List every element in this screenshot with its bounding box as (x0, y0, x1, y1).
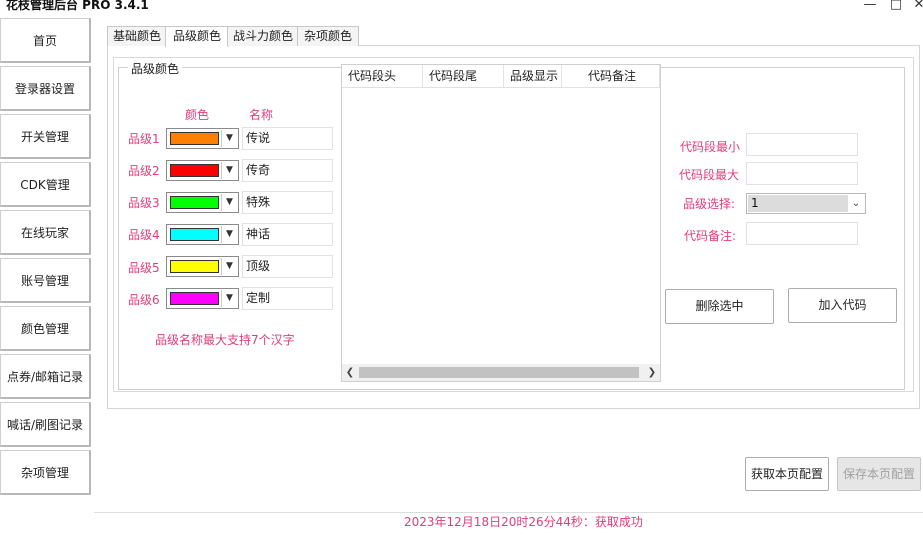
code-list[interactable]: 代码段头 代码段尾 品级显示 代码备注 ❮ ❯ (341, 64, 661, 382)
tab-misc-colors[interactable]: 杂项颜色 (297, 26, 359, 46)
list-header: 代码段头 代码段尾 品级显示 代码备注 (342, 65, 660, 88)
quality-label-2: 品级2 (128, 164, 160, 178)
minimize-icon[interactable]: — (862, 0, 878, 12)
sidebar-item-mail-log[interactable]: 点券/邮箱记录 (0, 354, 91, 399)
title-bar: 花枝管理后台 PRO 3.4.1 — □ ✕ (0, 0, 923, 14)
code-max-input[interactable] (746, 162, 858, 185)
quality-select-value: 1 (748, 195, 848, 212)
sidebar-item-launcher[interactable]: 登录器设置 (0, 66, 91, 111)
header-name: 名称 (249, 108, 274, 122)
color-picker-4[interactable]: ▼ (166, 224, 239, 245)
app-title: 花枝管理后台 PRO 3.4.1 (6, 0, 149, 12)
sidebar-item-online[interactable]: 在线玩家 (0, 210, 91, 255)
code-remark-label: 代码备注: (684, 229, 737, 243)
quality-select-label: 品级选择: (683, 197, 736, 211)
column-code-end[interactable]: 代码段尾 (423, 65, 504, 87)
chevron-down-icon[interactable]: ▼ (221, 258, 237, 275)
color-picker-6[interactable]: ▼ (166, 288, 239, 309)
sidebar-item-cdk[interactable]: CDK管理 (0, 162, 91, 207)
quality-name-field-2[interactable]: 传奇 (242, 159, 333, 182)
color-picker-3[interactable]: ▼ (166, 192, 239, 213)
maximize-icon[interactable]: □ (888, 0, 904, 12)
color-swatch (170, 164, 219, 177)
color-swatch (170, 292, 219, 305)
quality-name-field-5[interactable]: 顶级 (242, 255, 333, 278)
quality-label-6: 品级6 (128, 293, 160, 307)
quality-label-4: 品级4 (128, 228, 160, 242)
chevron-down-icon[interactable]: ⌄ (849, 194, 863, 213)
sidebar-item-chat-log[interactable]: 喊话/刷图记录 (0, 402, 91, 447)
sidebar-item-accounts[interactable]: 账号管理 (0, 258, 91, 303)
chevron-down-icon[interactable]: ▼ (221, 130, 237, 147)
group-title: 品级颜色 (128, 60, 183, 77)
chevron-left-icon[interactable]: ❮ (342, 364, 358, 381)
status-message: 2023年12月18日20时26分44秒：获取成功 (404, 515, 643, 529)
sidebar-item-home[interactable]: 首页 (0, 18, 91, 63)
sidebar-item-colors[interactable]: 颜色管理 (0, 306, 91, 351)
add-code-button[interactable]: 加入代码 (788, 288, 897, 323)
tab-power-colors[interactable]: 战斗力颜色 (227, 26, 299, 46)
quality-label-5: 品级5 (128, 261, 160, 275)
quality-name-field-6[interactable]: 定制 (242, 287, 333, 310)
color-swatch (170, 260, 219, 273)
tab-basic-colors[interactable]: 基础颜色 (107, 26, 167, 46)
name-length-note: 品级名称最大支持7个汉字 (155, 333, 295, 347)
quality-label-3: 品级3 (128, 196, 160, 210)
quality-name-field-1[interactable]: 传说 (242, 127, 333, 150)
code-max-label: 代码段最大 (679, 168, 740, 182)
column-code-remark[interactable]: 代码备注 (562, 65, 660, 87)
column-code-start[interactable]: 代码段头 (342, 65, 423, 87)
quality-select[interactable]: 1 ⌄ (746, 193, 866, 214)
chevron-down-icon[interactable]: ▼ (221, 162, 237, 179)
chevron-down-icon[interactable]: ▼ (221, 290, 237, 307)
color-picker-2[interactable]: ▼ (166, 160, 239, 181)
code-min-label: 代码段最小 (680, 140, 741, 154)
fetch-config-button[interactable]: 获取本页配置 (745, 457, 829, 491)
sidebar-item-switches[interactable]: 开关管理 (0, 114, 91, 159)
chevron-down-icon[interactable]: ▼ (221, 194, 237, 211)
color-picker-5[interactable]: ▼ (166, 256, 239, 277)
scrollbar-thumb[interactable] (359, 367, 639, 378)
color-swatch (170, 132, 219, 145)
quality-name-field-3[interactable]: 特殊 (242, 191, 333, 214)
color-swatch (170, 196, 219, 209)
horizontal-scrollbar[interactable]: ❮ ❯ (342, 364, 660, 381)
header-color: 颜色 (185, 108, 210, 122)
code-remark-input[interactable] (746, 222, 858, 245)
color-picker-1[interactable]: ▼ (166, 128, 239, 149)
delete-selected-button[interactable]: 删除选中 (665, 289, 774, 324)
sidebar-item-misc[interactable]: 杂项管理 (0, 450, 91, 495)
color-swatch (170, 228, 219, 241)
quality-label-1: 品级1 (128, 132, 160, 146)
chevron-down-icon[interactable]: ▼ (221, 226, 237, 243)
code-min-input[interactable] (746, 133, 858, 156)
save-config-button[interactable]: 保存本页配置 (837, 457, 921, 491)
chevron-right-icon[interactable]: ❯ (644, 364, 660, 381)
tab-quality-colors[interactable]: 品级颜色 (165, 26, 229, 47)
column-quality-display[interactable]: 品级显示 (504, 65, 562, 87)
quality-name-field-4[interactable]: 神话 (242, 223, 333, 246)
close-icon[interactable]: ✕ (911, 0, 923, 12)
